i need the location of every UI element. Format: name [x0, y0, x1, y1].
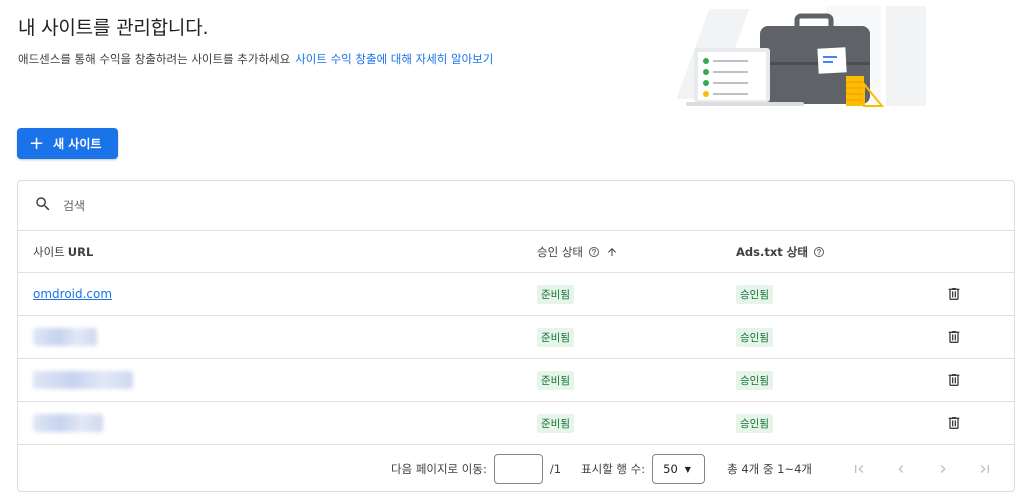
first-page-icon[interactable] — [838, 454, 880, 484]
rows-per-page-label: 표시할 행 수: — [581, 462, 646, 476]
learn-more-link[interactable]: 사이트 수익 창출에 대해 자세히 알아보기 — [295, 52, 493, 66]
approval-status-badge: 준비됨 — [537, 370, 574, 390]
site-url-redacted[interactable] — [33, 414, 103, 432]
column-header-approval[interactable]: 승인 상태 — [537, 231, 618, 272]
pagination-bar: 다음 페이지로 이동: /1 표시할 행 수: 50 ▼ 총 4개 중 1~4개 — [18, 445, 1014, 493]
url-header-suffix: URL — [67, 244, 94, 259]
approval-status-badge: 준비됨 — [537, 413, 574, 433]
add-site-label: 새 사이트 — [53, 137, 102, 151]
hero-illustration — [676, 4, 930, 108]
approval-status-badge: 준비됨 — [537, 284, 574, 304]
table-row: 준비됨 승인됨 — [18, 402, 1014, 445]
page-subtitle: 애드센스를 통해 수익을 창출하려는 사이트를 추가하세요 사이트 수익 창출에 … — [18, 51, 493, 67]
table-row: 준비됨 승인됨 — [18, 316, 1014, 359]
column-header-ads-txt[interactable]: Ads.txt 상태 — [736, 231, 825, 272]
approval-header-label: 승인 상태 — [537, 244, 583, 259]
site-url-redacted[interactable] — [33, 371, 133, 389]
site-url-link[interactable]: omdroid.com — [33, 287, 112, 301]
table-row: omdroid.com 준비됨 승인됨 — [18, 273, 1014, 316]
ads-txt-header-label: Ads.txt 상태 — [736, 244, 808, 259]
help-icon[interactable] — [813, 246, 825, 258]
last-page-icon[interactable] — [964, 454, 1006, 484]
plus-icon: + — [29, 132, 45, 154]
table-row: 준비됨 승인됨 — [18, 359, 1014, 402]
column-header-url[interactable]: 사이트 URL — [33, 231, 93, 272]
previous-page-icon[interactable] — [880, 454, 922, 484]
page-title: 내 사이트를 관리합니다. — [18, 17, 209, 39]
delete-icon[interactable] — [946, 329, 962, 345]
rows-per-page-select[interactable]: 50 ▼ — [652, 454, 706, 484]
ads-txt-status-badge: 승인됨 — [736, 370, 773, 390]
sort-ascending-icon[interactable] — [606, 246, 618, 258]
site-url-redacted[interactable] — [33, 328, 97, 346]
delete-icon[interactable] — [946, 286, 962, 302]
ads-txt-status-badge: 승인됨 — [736, 284, 773, 304]
next-page-icon[interactable] — [922, 454, 964, 484]
page-total: /1 — [549, 462, 562, 476]
rows-per-page-value: 50 — [663, 462, 678, 476]
page-number-input[interactable] — [493, 454, 543, 484]
dropdown-arrow-icon: ▼ — [684, 464, 691, 474]
delete-icon[interactable] — [946, 415, 962, 431]
search-icon — [34, 195, 52, 217]
sites-table-card: 사이트 URL 승인 상태 Ads.txt 상태 omdroid.com 준비됨… — [17, 180, 1015, 492]
ads-txt-status-badge: 승인됨 — [736, 413, 773, 433]
url-header-prefix: 사이트 — [33, 244, 65, 259]
ads-txt-status-badge: 승인됨 — [736, 327, 773, 347]
goto-page-label: 다음 페이지로 이동: — [391, 462, 487, 476]
subtitle-text: 애드센스를 통해 수익을 창출하려는 사이트를 추가하세요 — [18, 52, 291, 66]
page-range-text: 총 4개 중 1~4개 — [727, 462, 812, 476]
table-header: 사이트 URL 승인 상태 Ads.txt 상태 — [18, 231, 1014, 273]
delete-icon[interactable] — [946, 372, 962, 388]
approval-status-badge: 준비됨 — [537, 327, 574, 347]
search-input[interactable] — [61, 197, 461, 214]
search-bar — [18, 181, 1014, 231]
add-site-button[interactable]: + 새 사이트 — [17, 128, 118, 159]
help-icon[interactable] — [588, 246, 600, 258]
